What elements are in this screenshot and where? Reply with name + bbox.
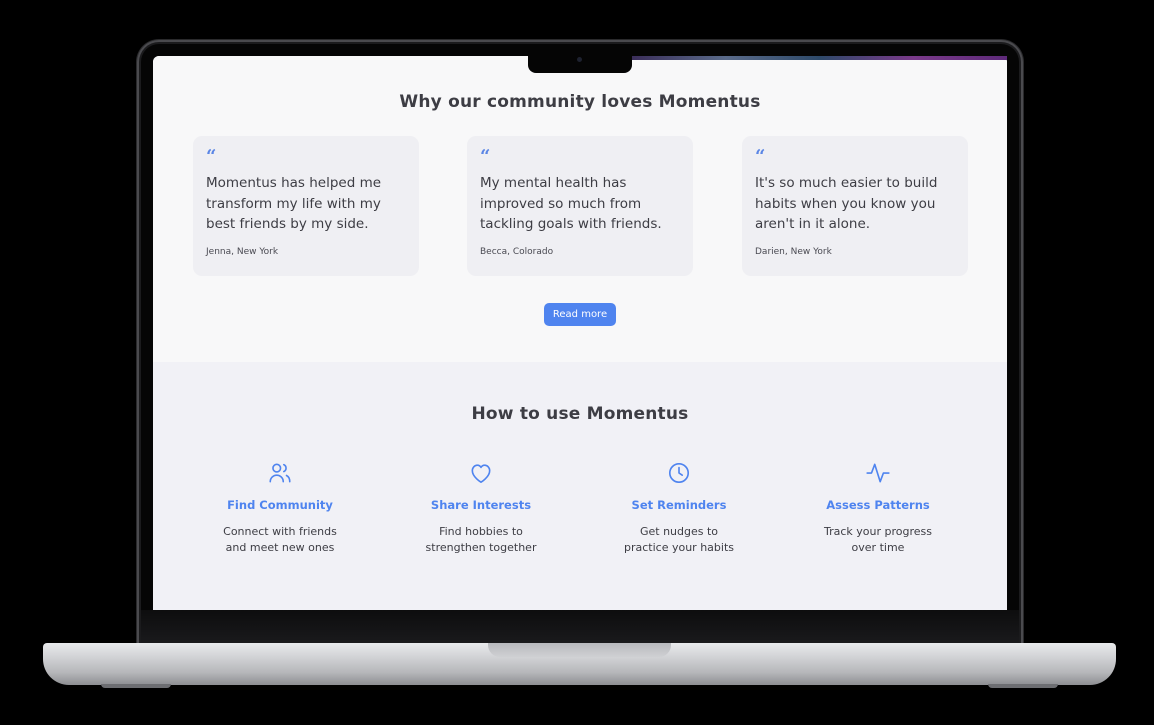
how-to-use-section: How to use Momentus Find Community Conne… (153, 362, 1007, 610)
laptop-foot (988, 684, 1058, 688)
feature-share-interests: Share Interests Find hobbies to strength… (386, 460, 576, 555)
feature-description-line: practice your habits (624, 540, 734, 554)
feature-title: Find Community (227, 498, 333, 512)
browser-viewport: Why our community loves Momentus “ Momen… (153, 56, 1007, 610)
feature-title: Share Interests (430, 498, 532, 512)
feature-description: Get nudges to practice your habits (584, 524, 774, 555)
how-to-use-title: How to use Momentus (471, 404, 689, 424)
feature-description-line: Get nudges to (639, 525, 719, 538)
feature-description-line: Track your progress (824, 525, 932, 538)
feature-description-line: and meet new ones (225, 540, 335, 554)
quote-icon: “ (206, 146, 217, 167)
feature-description: Find hobbies to strengthen together (386, 524, 576, 555)
feature-title: Assess Patterns (826, 498, 930, 512)
laptop-foot (101, 684, 171, 688)
clock-icon (668, 462, 690, 484)
camera-icon (577, 57, 582, 62)
feature-title: Set Reminders (631, 498, 727, 512)
testimonials-title: Why our community loves Momentus (399, 92, 761, 112)
testimonial-text: My mental health has improved so much fr… (480, 175, 662, 232)
testimonial-text: It's so much easier to build habits when… (755, 175, 938, 232)
feature-assess-patterns: Assess Patterns Track your progress over… (783, 460, 973, 555)
testimonial-author: Darien, New York (755, 247, 832, 257)
testimonials-section: Why our community loves Momentus “ Momen… (153, 56, 1007, 362)
laptop-opening-lip (488, 643, 671, 657)
testimonial-author: Becca, Colorado (480, 247, 554, 257)
feature-description-line: over time (851, 540, 905, 554)
laptop-mockup: Why our community loves Momentus “ Momen… (0, 0, 1154, 725)
users-icon (269, 463, 291, 483)
testimonial-card: “ My mental health has improved so much … (467, 136, 693, 276)
feature-find-community: Find Community Connect with friends and … (185, 460, 375, 555)
testimonial-card: “ It's so much easier to build habits wh… (742, 136, 968, 276)
testimonial-text: Momentus has helped me transform my life… (206, 175, 382, 232)
wallpaper-strip (632, 56, 1007, 60)
feature-description-line: strengthen together (425, 540, 537, 554)
screen-bottom-bezel (141, 610, 1019, 644)
heart-icon (471, 464, 491, 484)
activity-icon (866, 463, 890, 483)
testimonial-author: Jenna, New York (206, 247, 279, 257)
read-more-button[interactable]: Read more (544, 303, 616, 326)
quote-icon: “ (755, 146, 766, 167)
quote-icon: “ (480, 146, 491, 167)
feature-set-reminders: Set Reminders Get nudges to practice you… (584, 460, 774, 555)
feature-description-line: Find hobbies to (439, 525, 523, 538)
feature-description: Connect with friends and meet new ones (185, 524, 375, 555)
feature-description: Track your progress over time (783, 524, 973, 555)
feature-description-line: Connect with friends (223, 525, 337, 538)
testimonial-card: “ Momentus has helped me transform my li… (193, 136, 419, 276)
